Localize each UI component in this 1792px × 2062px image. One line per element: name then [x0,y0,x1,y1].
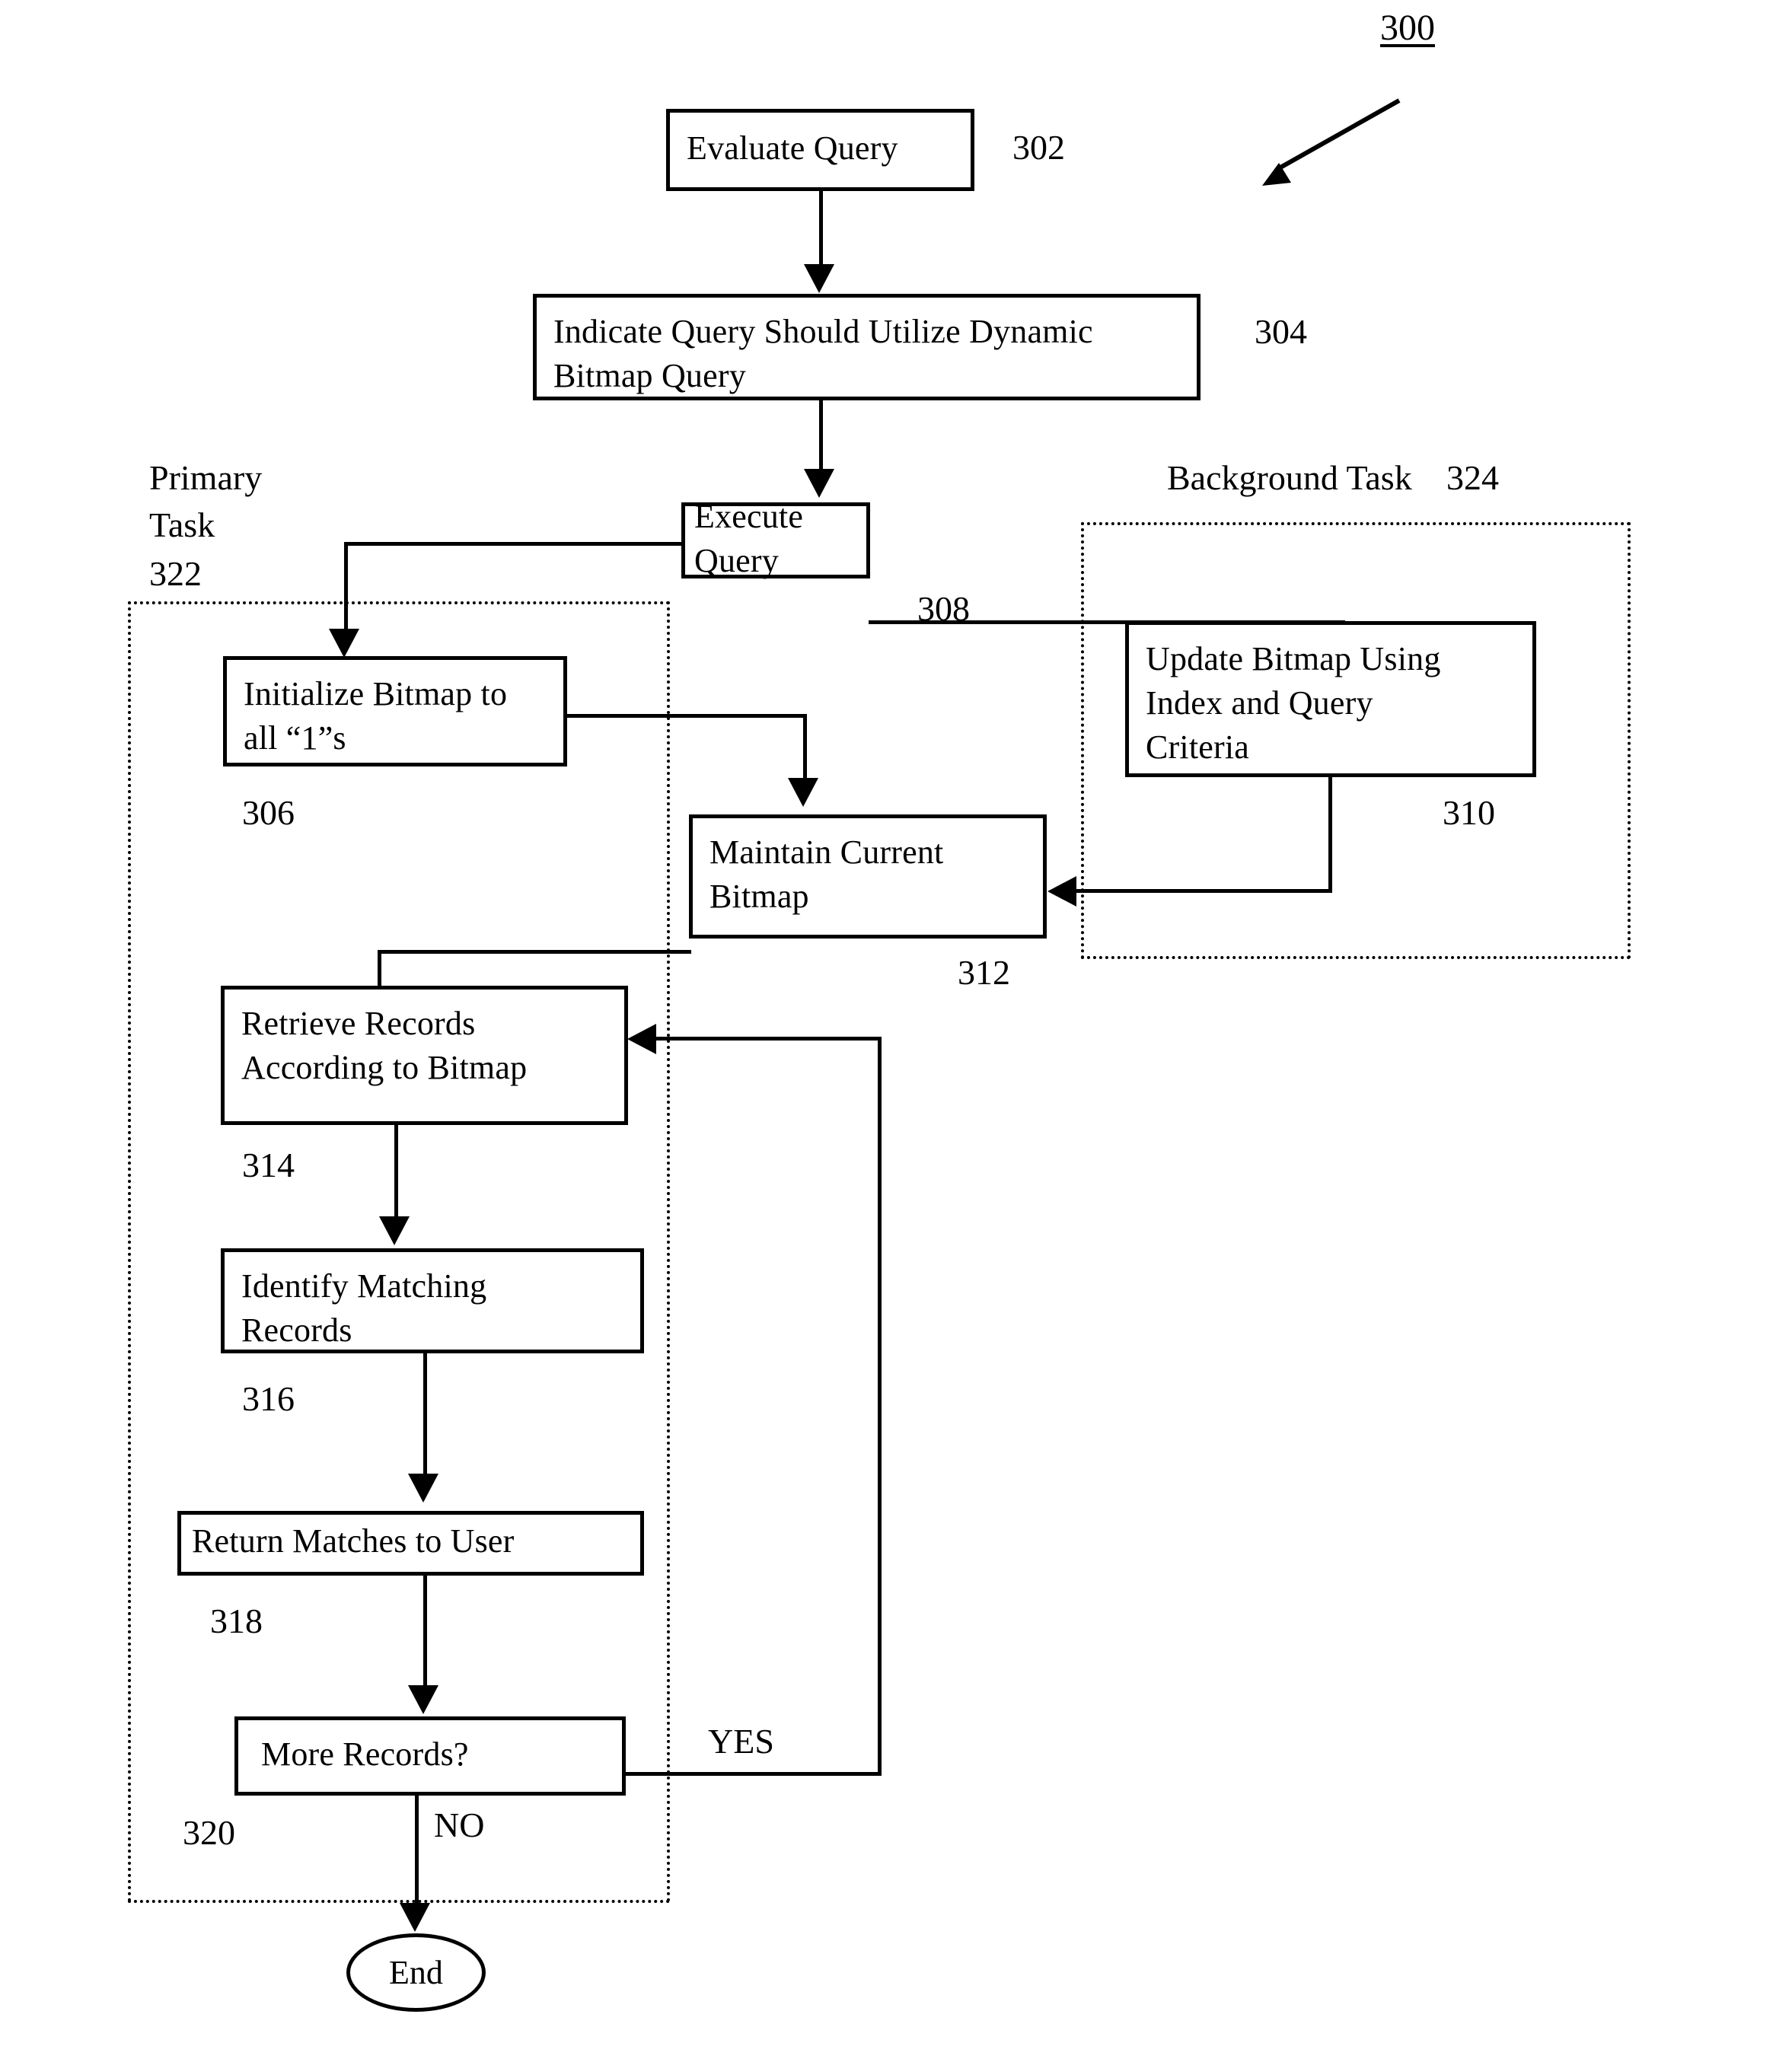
edge-310-to-312-horizontal [1075,889,1331,893]
edge-312-to-314-horizontal [378,950,691,954]
node-update-bitmap-text: Update Bitmap Using Index and Query Crit… [1146,640,1441,766]
numeral-308: 308 [917,589,970,628]
numeral-314: 314 [242,1146,295,1184]
numeral-316: 316 [242,1379,295,1418]
node-initialize-bitmap[interactable]: Initialize Bitmap to all “1”s [223,656,567,766]
edge-no-arrowhead [400,1903,430,1932]
numeral-320: 320 [183,1813,235,1852]
edge-316-to-318-vertical [423,1353,427,1477]
figure-number: 300 [1380,8,1435,48]
edge-306-to-312-vertical [803,714,807,781]
node-indicate-dynamic-bitmap-text: Indicate Query Should Utilize Dynamic Bi… [553,313,1093,395]
edge-308-to-306-horizontal [344,542,683,546]
edge-yes-top-horizontal [655,1037,880,1041]
node-maintain-bitmap[interactable]: Maintain Current Bitmap [689,814,1047,939]
numeral-302: 302 [1012,128,1065,167]
edge-308-to-306-arrowhead [329,629,359,658]
numeral-306: 306 [242,793,295,832]
edge-302-to-304 [819,191,823,267]
primary-task-numeral: 322 [149,554,202,593]
numeral-312: 312 [958,953,1010,992]
edge-304-to-308 [819,400,823,472]
edge-308-to-306-vertical [344,542,348,632]
node-return-matches[interactable]: Return Matches to User [177,1511,644,1576]
node-identify-matching-records[interactable]: Identify Matching Records [221,1248,644,1353]
edge-yes-vertical [878,1037,882,1774]
numeral-318: 318 [210,1601,263,1640]
node-end-text: End [389,1954,443,1991]
edge-310-to-312-arrowhead [1047,876,1076,907]
background-task-numeral: 324 [1446,458,1499,497]
edge-304-to-308-arrowhead [804,469,834,498]
background-task-label: Background Task [1167,458,1412,497]
node-retrieve-records-text: Retrieve Records According to Bitmap [241,1005,528,1087]
edge-yes-bottom-horizontal [624,1772,882,1776]
primary-task-label-line1: Primary [149,458,263,497]
edge-306-to-312-arrowhead [788,778,818,807]
numeral-304: 304 [1255,312,1307,351]
diagonal-arrow-icon [1262,98,1401,186]
numeral-310: 310 [1443,793,1495,832]
edge-310-to-312-vertical [1328,777,1332,893]
edge-yes-arrowhead [627,1024,656,1054]
edge-316-to-318-arrowhead [408,1474,438,1503]
node-evaluate-query-text: Evaluate Query [687,129,898,167]
node-evaluate-query[interactable]: Evaluate Query [666,109,974,191]
patent-flowchart-figure: 300 Primary Task 322 Background Task 324… [0,0,1792,2062]
node-execute-query[interactable]: Execute Query [681,498,870,579]
edge-318-to-320-arrowhead [408,1685,438,1714]
edge-label-no: NO [434,1805,485,1844]
node-update-bitmap[interactable]: Update Bitmap Using Index and Query Crit… [1125,621,1536,777]
node-initialize-bitmap-text: Initialize Bitmap to all “1”s [244,675,508,757]
node-more-records-text: More Records? [261,1735,469,1773]
edge-314-to-316-vertical [394,1125,398,1219]
node-identify-matching-records-text: Identify Matching Records [241,1267,487,1350]
edge-318-to-320-vertical [423,1576,427,1688]
edge-314-to-316-arrowhead [379,1216,410,1245]
node-retrieve-records[interactable]: Retrieve Records According to Bitmap [221,986,628,1125]
node-more-records[interactable]: More Records? [234,1716,626,1796]
primary-task-label-line2: Task [149,505,215,544]
node-maintain-bitmap-text: Maintain Current Bitmap [709,833,944,916]
node-return-matches-text: Return Matches to User [192,1522,515,1560]
edge-label-yes: YES [708,1722,774,1761]
node-indicate-dynamic-bitmap[interactable]: Indicate Query Should Utilize Dynamic Bi… [533,294,1201,400]
edge-302-to-304-arrowhead [804,264,834,293]
node-end[interactable]: End [346,1933,486,2012]
node-execute-query-text: Execute Query [694,497,804,579]
edge-306-to-312-horizontal [566,714,807,718]
